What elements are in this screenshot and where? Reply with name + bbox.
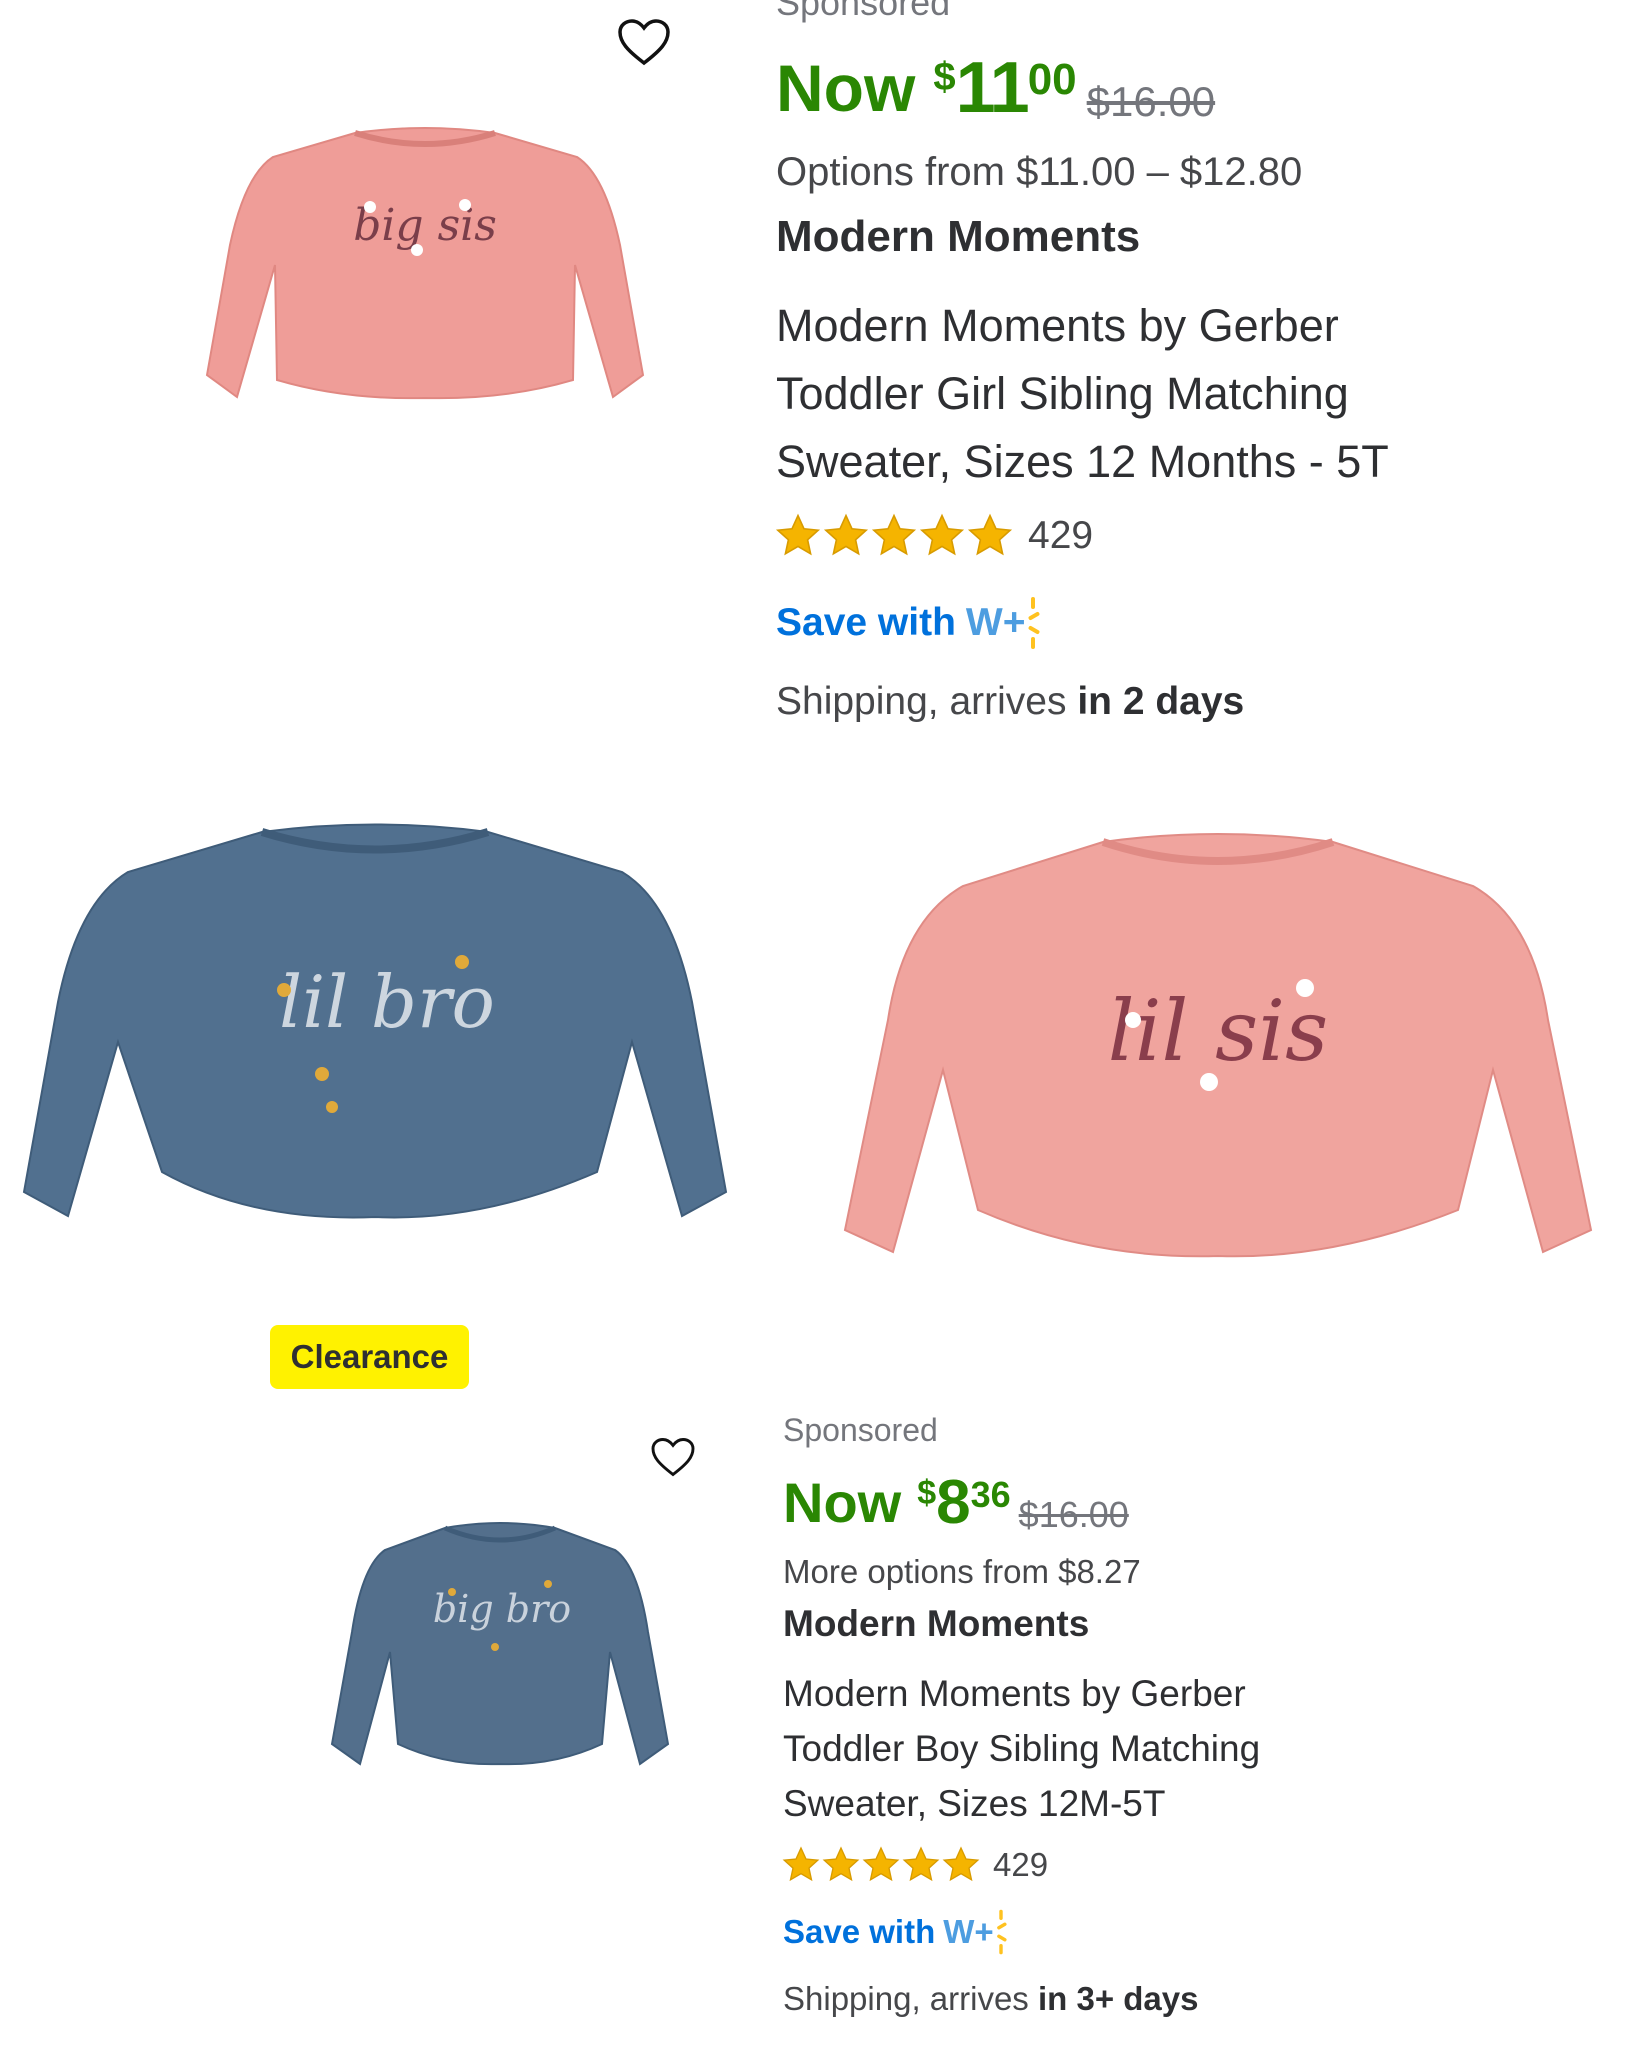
star-icon (871, 513, 917, 556)
was-price: $16.00 (1018, 1494, 1129, 1535)
product-image-lil-bro[interactable]: lil bro (22, 812, 728, 1222)
heart-outline-icon (651, 1438, 695, 1477)
star-icon (862, 1846, 900, 1882)
star-icon (775, 513, 821, 556)
pink-sweater-image: big sis (205, 127, 645, 400)
spark-icon (1028, 597, 1039, 649)
star-icon (782, 1846, 820, 1882)
favorite-button[interactable] (614, 12, 674, 72)
shipping-info: Shipping, arrives in 3+ days (783, 1980, 1199, 2017)
current-price: Now $ 11 00 $16.00 (776, 52, 1215, 152)
was-price: $16.00 (1086, 78, 1216, 125)
review-count: 429 (993, 1846, 1049, 1883)
blue-sweater-image: lil bro (22, 823, 728, 1219)
price-options: More options from $8.27 (783, 1553, 1141, 1590)
shipping-info: Shipping, arrives in 2 days (776, 680, 1245, 723)
star-icon (919, 513, 965, 556)
sponsored-label: Sponsored (783, 1412, 938, 1448)
rating-stars: 429 (781, 1842, 1048, 1888)
sponsored-label: Sponsored (776, 0, 951, 23)
heart-outline-icon (618, 19, 670, 66)
star-icon (967, 513, 1013, 556)
star-icon (902, 1846, 940, 1882)
star-icon (823, 513, 869, 556)
walmart-plus-logo: W+ (943, 1913, 994, 1950)
save-with-walmart-plus[interactable]: Save with W+ (783, 1908, 1011, 1956)
spark-icon (996, 1909, 1007, 1955)
product-image-big-sis[interactable]: big sis (205, 115, 645, 405)
walmart-plus-logo: W+ (965, 601, 1026, 644)
star-icon (942, 1846, 980, 1882)
brand-name: Modern Moments (783, 1603, 1090, 1644)
review-count: 429 (1028, 514, 1094, 557)
favorite-button[interactable] (648, 1432, 698, 1482)
price-options: Options from $11.00 – $12.80 (776, 150, 1303, 194)
current-price: Now $ 8 36 $16.00 (783, 1472, 1129, 1558)
blue-sweater-image: big bro (330, 1522, 670, 1766)
clearance-badge: Clearance (270, 1325, 469, 1389)
product-image-big-bro[interactable]: big bro (330, 1512, 670, 1767)
rating-stars: 429 (774, 508, 1093, 564)
star-icon (822, 1846, 860, 1882)
product-title[interactable]: Modern Moments by Gerber Toddler Boy Sib… (783, 1666, 1260, 1831)
brand-name: Modern Moments (776, 212, 1141, 261)
save-with-walmart-plus[interactable]: Save with W+ (776, 595, 1044, 651)
pink-sweater-image: lil sis (843, 833, 1593, 1258)
product-image-lil-sis[interactable]: lil sis (843, 820, 1593, 1260)
product-title[interactable]: Modern Moments by Gerber Toddler Girl Si… (776, 292, 1389, 496)
svg-text:lil bro: lil bro (279, 960, 495, 1044)
svg-text:lil sis: lil sis (1108, 982, 1328, 1080)
